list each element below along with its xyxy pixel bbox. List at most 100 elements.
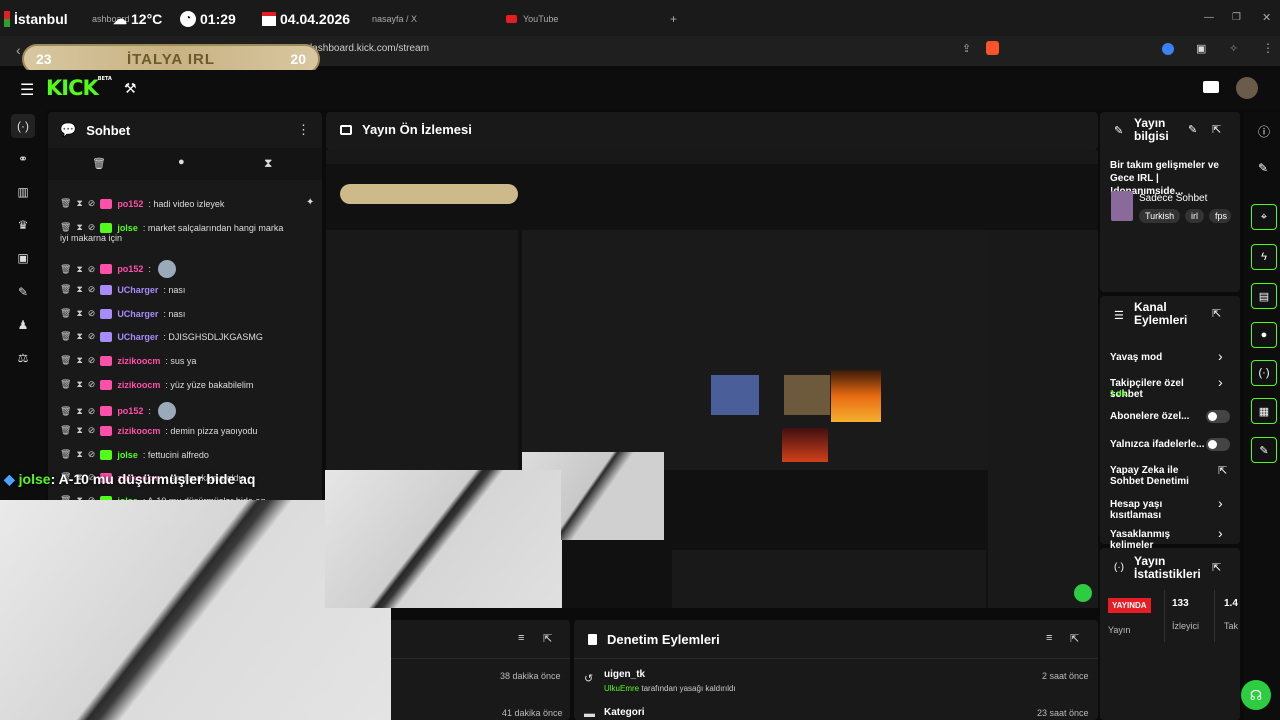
pin-icon[interactable]: ✦ bbox=[306, 197, 314, 208]
popout-icon[interactable]: ⇱ bbox=[543, 632, 552, 645]
ban-icon[interactable]: ⊘ bbox=[88, 308, 96, 319]
share-icon[interactable]: ⇪ bbox=[962, 42, 971, 55]
delete-icon[interactable]: 🗑 bbox=[60, 284, 71, 295]
camera-icon[interactable] bbox=[1203, 81, 1219, 93]
nav-video-icon[interactable]: ▣ bbox=[11, 246, 35, 270]
delete-icon[interactable]: 🗑 bbox=[60, 222, 71, 233]
popout-icon[interactable]: ⇱ bbox=[1212, 561, 1221, 574]
nav-wrench-icon[interactable]: ✎ bbox=[11, 280, 35, 304]
back-icon[interactable]: ‹ bbox=[16, 42, 21, 58]
help-chat-icon[interactable]: ☊ bbox=[1241, 680, 1271, 710]
ban-icon[interactable]: ⊘ bbox=[88, 355, 96, 366]
close-icon[interactable]: ✕ bbox=[1262, 11, 1271, 24]
chat-message[interactable]: 🗑 ⧗ ⊘ jolse: market salçalarından hangi mar… bbox=[60, 222, 283, 233]
popout-icon[interactable]: ⇱ bbox=[1212, 307, 1221, 320]
chat-username[interactable]: UCharger bbox=[117, 309, 158, 319]
browser-tab[interactable]: nasayfa / X bbox=[372, 6, 417, 32]
minimize-icon[interactable]: — bbox=[1204, 12, 1214, 23]
popout-icon[interactable]: ⇱ bbox=[1212, 123, 1221, 136]
timeout-icon[interactable]: ⧗ bbox=[76, 264, 82, 275]
chat-message[interactable]: 🗑 ⧗ ⊘ UCharger: nası bbox=[60, 284, 185, 295]
chat-username[interactable]: po152 bbox=[117, 264, 143, 274]
edit-icon[interactable]: ✎ bbox=[1188, 123, 1197, 136]
delete-icon[interactable]: 🗑 bbox=[60, 331, 71, 342]
rail-button-bolt-icon[interactable]: ϟ bbox=[1251, 244, 1277, 270]
timeout-icon[interactable]: ⧗ bbox=[76, 355, 82, 366]
chat-message[interactable]: 🗑 ⧗ ⊘ po152: bbox=[60, 402, 176, 420]
hourglass-icon[interactable]: ⧗ bbox=[264, 156, 272, 171]
chat-username[interactable]: po152 bbox=[117, 199, 143, 209]
ban-icon[interactable]: ⊘ bbox=[88, 449, 96, 460]
chat-username[interactable]: UCharger bbox=[117, 332, 158, 342]
delete-icon[interactable]: 🗑 bbox=[60, 379, 71, 390]
chat-username[interactable]: po152 bbox=[117, 406, 143, 416]
channel-action-label[interactable]: Yapay Zeka ile Sohbet Denetimi bbox=[1110, 465, 1206, 487]
trash-icon[interactable]: 🗑 bbox=[92, 157, 106, 170]
nav-moderation-icon[interactable]: ⚖ bbox=[11, 346, 35, 370]
extension-icon[interactable] bbox=[1162, 43, 1174, 55]
timeout-icon[interactable]: ⧗ bbox=[76, 379, 82, 390]
filter-icon[interactable]: ≡ bbox=[1046, 632, 1052, 644]
channel-action-label[interactable]: Abonelere özel... bbox=[1110, 411, 1206, 422]
chat-message[interactable]: 🗑 ⧗ ⊘ UCharger: DJISGHSDLJKGASMG bbox=[60, 331, 263, 342]
chat-username[interactable]: UCharger bbox=[117, 285, 158, 295]
tag[interactable]: Turkish bbox=[1139, 209, 1181, 223]
puzzle-icon[interactable]: ✧ bbox=[1229, 42, 1238, 55]
timeout-icon[interactable]: ⧗ bbox=[76, 308, 82, 319]
chat-menu-icon[interactable]: ⋮ bbox=[297, 122, 310, 138]
brave-shield-icon[interactable] bbox=[986, 41, 999, 55]
new-tab-button[interactable]: + bbox=[670, 12, 677, 26]
edit-icon[interactable]: ✎ bbox=[1258, 161, 1268, 175]
tag[interactable]: irl bbox=[1185, 209, 1204, 223]
delete-icon[interactable]: 🗑 bbox=[60, 406, 71, 417]
channel-action-label[interactable]: Yavaş mod bbox=[1110, 352, 1206, 363]
ban-icon[interactable]: ⊘ bbox=[88, 222, 96, 233]
ban-icon[interactable]: ⊘ bbox=[88, 379, 96, 390]
nav-trophy-icon[interactable]: ♛ bbox=[11, 213, 35, 237]
avatar[interactable] bbox=[1236, 77, 1258, 99]
chat-username[interactable]: jolse bbox=[117, 450, 138, 460]
ban-icon[interactable]: ⊘ bbox=[88, 425, 96, 436]
rail-button-stream-icon[interactable]: (·) bbox=[1251, 360, 1277, 386]
channel-action-label[interactable]: Hesap yaşı kısıtlaması bbox=[1110, 499, 1206, 521]
chevron-right-icon[interactable]: › bbox=[1218, 348, 1223, 364]
chat-username[interactable]: zizikoocm bbox=[117, 356, 160, 366]
browser-tab-youtube[interactable]: YouTube bbox=[506, 6, 656, 32]
chat-message[interactable]: 🗑 ⧗ ⊘ zizikoocm: sus ya bbox=[60, 355, 196, 366]
toggle-switch[interactable] bbox=[1206, 438, 1230, 451]
rail-button-crosshair-icon[interactable]: ⌖ bbox=[1251, 204, 1277, 230]
delete-icon[interactable]: 🗑 bbox=[60, 425, 71, 436]
maximize-icon[interactable]: ❐ bbox=[1232, 12, 1241, 23]
hammer-icon[interactable]: ⚒ bbox=[124, 80, 137, 97]
ban-icon[interactable]: ⊘ bbox=[88, 198, 96, 209]
hamburger-icon[interactable]: ☰ bbox=[20, 80, 34, 100]
nav-stream-icon[interactable]: (·) bbox=[11, 114, 35, 138]
filter-icon[interactable]: ≡ bbox=[518, 632, 524, 644]
url-field[interactable]: lashboard.kick.com/stream bbox=[310, 43, 429, 54]
menu-dots-icon[interactable]: ⋮ bbox=[1262, 41, 1274, 55]
chat-message[interactable]: 🗑 ⧗ ⊘ UCharger: nası bbox=[60, 308, 185, 319]
channel-action-label[interactable]: Yalnızca ifadelerle... bbox=[1110, 439, 1206, 450]
chat-username[interactable]: zizikoocm bbox=[117, 426, 160, 436]
timeout-icon[interactable]: ⧗ bbox=[76, 331, 82, 342]
external-link-icon[interactable]: ⇱ bbox=[1218, 464, 1227, 477]
delete-icon[interactable]: 🗑 bbox=[60, 264, 71, 275]
toggle-switch[interactable] bbox=[1206, 410, 1230, 423]
ban-icon[interactable]: ⊘ bbox=[88, 284, 96, 295]
chat-username[interactable]: jolse bbox=[117, 223, 138, 233]
chat-message[interactable]: 🗑 ⧗ ⊘ po152: hadi video izleyek bbox=[60, 198, 224, 209]
info-icon[interactable]: ⓘ bbox=[1258, 123, 1270, 140]
chevron-right-icon[interactable]: › bbox=[1218, 525, 1223, 541]
nav-link-icon[interactable]: ⚭ bbox=[11, 147, 35, 171]
timeout-icon[interactable]: ⧗ bbox=[76, 222, 82, 233]
delete-icon[interactable]: 🗑 bbox=[60, 449, 71, 460]
timeout-icon[interactable]: ⧗ bbox=[76, 449, 82, 460]
delete-icon[interactable]: 🗑 bbox=[60, 198, 71, 209]
timeout-icon[interactable]: ⧗ bbox=[76, 284, 82, 295]
nav-users-icon[interactable]: ♟ bbox=[11, 313, 35, 337]
rail-button-document-icon[interactable]: ▤ bbox=[1251, 283, 1277, 309]
chevron-right-icon[interactable]: › bbox=[1218, 495, 1223, 511]
ban-icon[interactable]: ⊘ bbox=[88, 264, 96, 275]
ban-icon[interactable]: ⊘ bbox=[88, 406, 96, 417]
delete-icon[interactable]: 🗑 bbox=[60, 308, 71, 319]
